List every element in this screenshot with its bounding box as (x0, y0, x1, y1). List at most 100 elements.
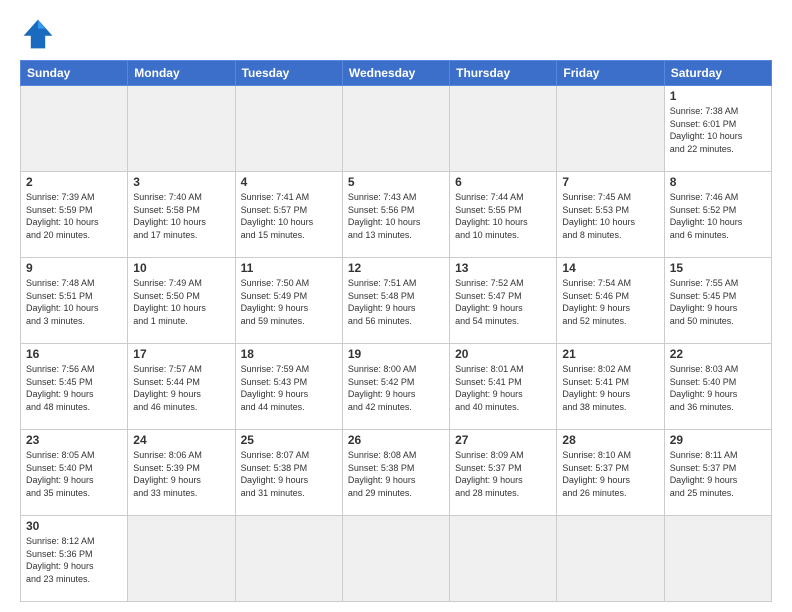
day-info: Sunrise: 7:49 AM Sunset: 5:50 PM Dayligh… (133, 277, 229, 327)
day-info: Sunrise: 7:59 AM Sunset: 5:43 PM Dayligh… (241, 363, 337, 413)
calendar-day (450, 86, 557, 172)
day-number: 4 (241, 175, 337, 189)
calendar-week-row: 23 Sunrise: 8:05 AM Sunset: 5:40 PM Dayli… (21, 430, 772, 516)
day-info: Sunrise: 7:50 AM Sunset: 5:49 PM Dayligh… (241, 277, 337, 327)
calendar-day (557, 516, 664, 602)
calendar-day: 11 Sunrise: 7:50 AM Sunset: 5:49 PM Dayli… (235, 258, 342, 344)
day-info: Sunrise: 7:44 AM Sunset: 5:55 PM Dayligh… (455, 191, 551, 241)
day-number: 3 (133, 175, 229, 189)
calendar-day (664, 516, 771, 602)
day-info: Sunrise: 8:02 AM Sunset: 5:41 PM Dayligh… (562, 363, 658, 413)
day-number: 17 (133, 347, 229, 361)
calendar-day (450, 516, 557, 602)
calendar-day: 4 Sunrise: 7:41 AM Sunset: 5:57 PM Daylig… (235, 172, 342, 258)
day-number: 27 (455, 433, 551, 447)
calendar-day: 16Sunrise: 7:56 AM Sunset: 5:45 PM Dayli… (21, 344, 128, 430)
col-sunday: Sunday (21, 61, 128, 86)
day-info: Sunrise: 8:12 AM Sunset: 5:36 PM Dayligh… (26, 535, 122, 585)
day-number: 29 (670, 433, 766, 447)
day-number: 26 (348, 433, 444, 447)
calendar-day: 21 Sunrise: 8:02 AM Sunset: 5:41 PM Dayli… (557, 344, 664, 430)
calendar-day: 8Sunrise: 7:46 AM Sunset: 5:52 PM Daylig… (664, 172, 771, 258)
calendar-day (342, 86, 449, 172)
day-number: 11 (241, 261, 337, 275)
day-info: Sunrise: 7:45 AM Sunset: 5:53 PM Dayligh… (562, 191, 658, 241)
day-info: Sunrise: 8:00 AM Sunset: 5:42 PM Dayligh… (348, 363, 444, 413)
calendar-day (21, 86, 128, 172)
calendar-day (235, 516, 342, 602)
day-info: Sunrise: 7:41 AM Sunset: 5:57 PM Dayligh… (241, 191, 337, 241)
logo-icon (20, 16, 56, 52)
calendar-day: 20 Sunrise: 8:01 AM Sunset: 5:41 PM Dayli… (450, 344, 557, 430)
calendar-day: 15 Sunrise: 7:55 AM Sunset: 5:45 PM Dayli… (664, 258, 771, 344)
day-number: 13 (455, 261, 551, 275)
calendar-day: 28Sunrise: 8:10 AM Sunset: 5:37 PM Dayli… (557, 430, 664, 516)
calendar-day: 18 Sunrise: 7:59 AM Sunset: 5:43 PM Dayli… (235, 344, 342, 430)
day-number: 7 (562, 175, 658, 189)
day-info: Sunrise: 8:05 AM Sunset: 5:40 PM Dayligh… (26, 449, 122, 499)
calendar-day (128, 516, 235, 602)
calendar-day: 19Sunrise: 8:00 AM Sunset: 5:42 PM Dayli… (342, 344, 449, 430)
day-number: 6 (455, 175, 551, 189)
calendar-week-row: 1Sunrise: 7:38 AM Sunset: 6:01 PM Daylig… (21, 86, 772, 172)
page: Sunday Monday Tuesday Wednesday Thursday… (0, 0, 792, 612)
calendar-day: 12 Sunrise: 7:51 AM Sunset: 5:48 PM Dayli… (342, 258, 449, 344)
calendar-day: 24 Sunrise: 8:06 AM Sunset: 5:39 PM Dayli… (128, 430, 235, 516)
day-info: Sunrise: 8:03 AM Sunset: 5:40 PM Dayligh… (670, 363, 766, 413)
day-number: 18 (241, 347, 337, 361)
day-number: 12 (348, 261, 444, 275)
col-monday: Monday (128, 61, 235, 86)
day-info: Sunrise: 8:11 AM Sunset: 5:37 PM Dayligh… (670, 449, 766, 499)
day-info: Sunrise: 8:08 AM Sunset: 5:38 PM Dayligh… (348, 449, 444, 499)
day-number: 22 (670, 347, 766, 361)
day-info: Sunrise: 7:51 AM Sunset: 5:48 PM Dayligh… (348, 277, 444, 327)
calendar-day: 13 Sunrise: 7:52 AM Sunset: 5:47 PM Dayli… (450, 258, 557, 344)
day-info: Sunrise: 7:57 AM Sunset: 5:44 PM Dayligh… (133, 363, 229, 413)
calendar-day (557, 86, 664, 172)
calendar-day: 7 Sunrise: 7:45 AM Sunset: 5:53 PM Daylig… (557, 172, 664, 258)
calendar-week-row: 30 Sunrise: 8:12 AM Sunset: 5:36 PM Dayli… (21, 516, 772, 602)
day-info: Sunrise: 7:54 AM Sunset: 5:46 PM Dayligh… (562, 277, 658, 327)
day-number: 5 (348, 175, 444, 189)
calendar-week-row: 16Sunrise: 7:56 AM Sunset: 5:45 PM Dayli… (21, 344, 772, 430)
col-wednesday: Wednesday (342, 61, 449, 86)
day-number: 21 (562, 347, 658, 361)
col-saturday: Saturday (664, 61, 771, 86)
day-number: 24 (133, 433, 229, 447)
day-info: Sunrise: 8:10 AM Sunset: 5:37 PM Dayligh… (562, 449, 658, 499)
calendar-day: 1Sunrise: 7:38 AM Sunset: 6:01 PM Daylig… (664, 86, 771, 172)
day-number: 23 (26, 433, 122, 447)
day-info: Sunrise: 8:07 AM Sunset: 5:38 PM Dayligh… (241, 449, 337, 499)
calendar-day: 17 Sunrise: 7:57 AM Sunset: 5:44 PM Dayli… (128, 344, 235, 430)
calendar-day: 2Sunrise: 7:39 AM Sunset: 5:59 PM Daylig… (21, 172, 128, 258)
logo (20, 16, 62, 52)
calendar-week-row: 2Sunrise: 7:39 AM Sunset: 5:59 PM Daylig… (21, 172, 772, 258)
day-info: Sunrise: 8:06 AM Sunset: 5:39 PM Dayligh… (133, 449, 229, 499)
day-number: 9 (26, 261, 122, 275)
day-number: 1 (670, 89, 766, 103)
day-info: Sunrise: 7:43 AM Sunset: 5:56 PM Dayligh… (348, 191, 444, 241)
calendar-day: 6 Sunrise: 7:44 AM Sunset: 5:55 PM Daylig… (450, 172, 557, 258)
col-friday: Friday (557, 61, 664, 86)
day-info: Sunrise: 8:01 AM Sunset: 5:41 PM Dayligh… (455, 363, 551, 413)
day-number: 15 (670, 261, 766, 275)
day-number: 14 (562, 261, 658, 275)
day-number: 8 (670, 175, 766, 189)
day-number: 25 (241, 433, 337, 447)
calendar-day: 9Sunrise: 7:48 AM Sunset: 5:51 PM Daylig… (21, 258, 128, 344)
day-info: Sunrise: 7:55 AM Sunset: 5:45 PM Dayligh… (670, 277, 766, 327)
calendar-table: Sunday Monday Tuesday Wednesday Thursday… (20, 60, 772, 602)
calendar-day: 30 Sunrise: 8:12 AM Sunset: 5:36 PM Dayli… (21, 516, 128, 602)
calendar-day: 5 Sunrise: 7:43 AM Sunset: 5:56 PM Daylig… (342, 172, 449, 258)
calendar-day: 22 Sunrise: 8:03 AM Sunset: 5:40 PM Dayli… (664, 344, 771, 430)
calendar-day: 27Sunrise: 8:09 AM Sunset: 5:37 PM Dayli… (450, 430, 557, 516)
day-info: Sunrise: 7:52 AM Sunset: 5:47 PM Dayligh… (455, 277, 551, 327)
calendar-day (235, 86, 342, 172)
day-number: 30 (26, 519, 122, 533)
calendar-day: 3Sunrise: 7:40 AM Sunset: 5:58 PM Daylig… (128, 172, 235, 258)
calendar-day: 14 Sunrise: 7:54 AM Sunset: 5:46 PM Dayli… (557, 258, 664, 344)
calendar-day: 29 Sunrise: 8:11 AM Sunset: 5:37 PM Dayli… (664, 430, 771, 516)
header (20, 16, 772, 52)
calendar-day (342, 516, 449, 602)
day-number: 20 (455, 347, 551, 361)
